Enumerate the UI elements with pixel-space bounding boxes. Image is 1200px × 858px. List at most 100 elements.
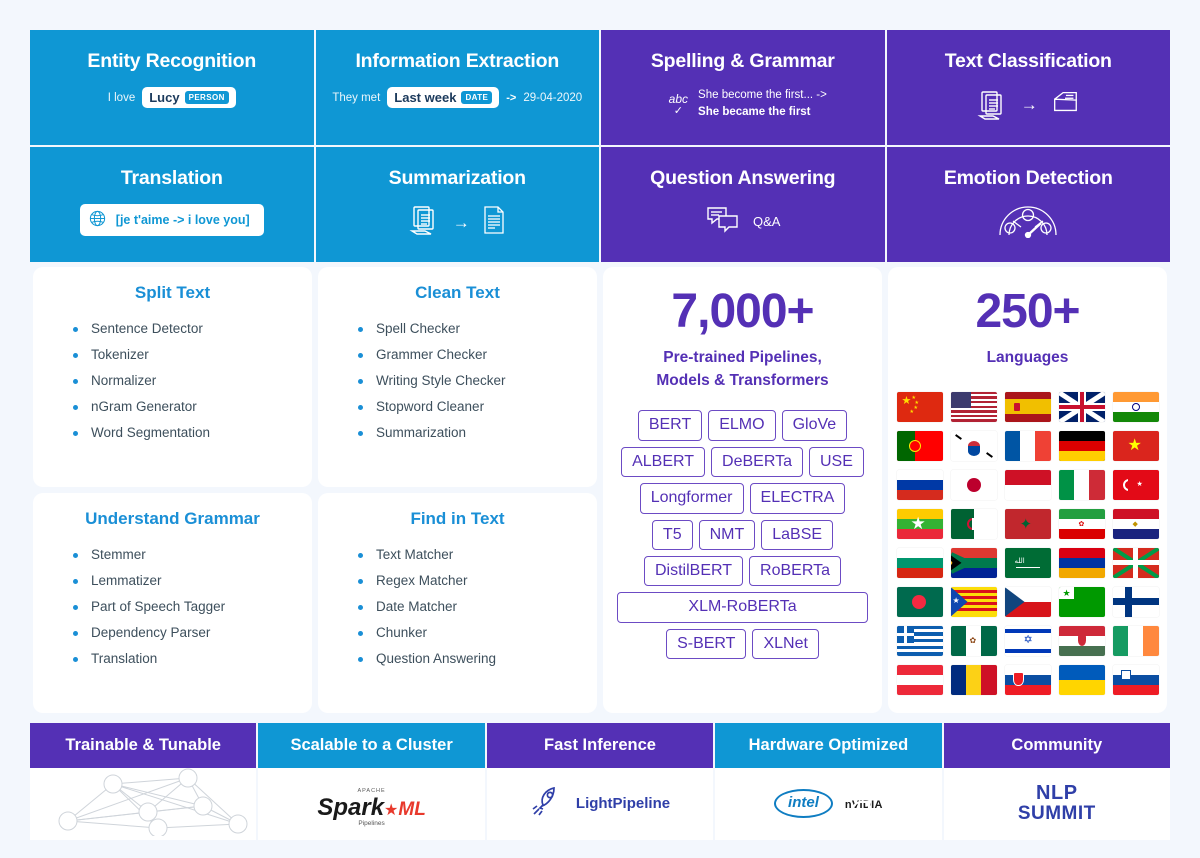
task-title: Emotion Detection	[943, 167, 1113, 189]
grammar-original: She become the first... ->	[698, 89, 827, 101]
panel-languages: 250+ Languages ★ ★ ★ ★ ★ ★ ★ ★ ✦ ✿ ◆ الل…	[888, 267, 1167, 713]
model-chip[interactable]: ELECTRA	[749, 483, 846, 514]
model-chip[interactable]: Longformer	[639, 483, 744, 514]
task-title: Translation	[120, 167, 223, 189]
pipelines-label: Pipelines	[358, 820, 385, 828]
flag-morocco: ✦	[1004, 508, 1051, 539]
flag-czech-republic	[1004, 586, 1051, 617]
nvidia-logo: nVIDIA	[845, 796, 883, 812]
model-chip[interactable]: S-BERT	[666, 628, 747, 660]
bottom-title: Trainable & Tunable	[30, 722, 257, 768]
task-card-text-classification[interactable]: Text Classification →	[886, 30, 1170, 145]
task-card-translation[interactable]: Translation [je t'aime -> i love you]	[30, 147, 314, 262]
task-card-summarization[interactable]: Summarization →	[315, 147, 599, 262]
task-title: Text Classification	[944, 50, 1112, 72]
model-chip[interactable]: RoBERTa	[749, 555, 841, 587]
flag-indonesia	[1004, 469, 1051, 500]
task-card-grid: Entity Recognition I love Lucy PERSON In…	[30, 30, 1170, 262]
flag-ireland	[1112, 625, 1159, 656]
chat-bubbles-icon	[705, 204, 741, 239]
flag-portugal	[896, 430, 943, 461]
lightpipeline-label: LightPipeline	[575, 795, 671, 813]
models-subtitle-line2: Models & Transformers	[656, 371, 829, 389]
task-title: Summarization	[388, 167, 526, 189]
task-card-emotion-detection[interactable]: Emotion Detection	[886, 147, 1170, 262]
bottom-logo-area	[30, 767, 257, 840]
model-chip[interactable]: T5	[651, 519, 693, 550]
rocket-icon	[530, 784, 564, 823]
flag-japan	[950, 469, 997, 500]
flag-austria	[896, 664, 943, 695]
panel-clean-text: Clean Text Spell Checker Grammer Checker…	[318, 267, 597, 487]
flag-vietnam: ★	[1112, 430, 1159, 461]
model-chip[interactable]: USE	[809, 446, 864, 478]
example-prefix: I love	[107, 91, 136, 104]
flag-finland	[1112, 586, 1159, 617]
flag-ukraine	[1058, 664, 1105, 695]
flag-south-korea	[950, 430, 997, 461]
languages-label: Languages	[986, 349, 1069, 367]
emotion-gauge-icon	[997, 204, 1059, 243]
feature-panels-grid: Split Text Sentence Detector Tokenizer N…	[30, 264, 1170, 716]
bottom-logo-area: APACHE Spark★ML Pipelines	[258, 767, 485, 840]
summit-label: SUMMIT	[1017, 803, 1096, 825]
list-item: Normalizer	[73, 368, 298, 394]
list-item: Text Matcher	[358, 542, 583, 568]
spark-label: Spark	[317, 794, 385, 822]
task-example: Q&A	[705, 204, 780, 239]
globe-icon	[88, 209, 107, 231]
summary-document-icon	[482, 205, 506, 240]
task-card-spelling-grammar[interactable]: Spelling & Grammar abc ✓ She become the f…	[601, 30, 885, 145]
arrow-right-icon: →	[1020, 95, 1038, 114]
bottom-logo-area: intel nVIDIA	[715, 767, 942, 840]
translation-chip-text: [je t'aime -> i love you]	[115, 213, 250, 227]
task-title: Information Extraction	[355, 50, 560, 72]
flag-esperanto: ★	[1058, 586, 1105, 617]
task-title: Question Answering	[650, 167, 836, 189]
model-chip[interactable]: ELMO	[708, 410, 776, 441]
task-card-entity-recognition[interactable]: Entity Recognition I love Lucy PERSON	[30, 30, 314, 145]
list-item: Question Answering	[358, 646, 583, 672]
flag-armenia	[1058, 547, 1105, 578]
model-chip[interactable]: XLNet	[752, 628, 819, 660]
list-item: Writing Style Checker	[358, 368, 583, 394]
bottom-col-trainable: Trainable & Tunable	[30, 722, 257, 840]
list-item: Chunker	[358, 620, 583, 646]
flag-china: ★ ★ ★ ★ ★	[896, 391, 943, 422]
entity-chip: Lucy PERSON	[142, 87, 236, 108]
entity-chip-text: Last week	[394, 90, 457, 105]
flag-algeria	[950, 508, 997, 539]
task-card-question-answering[interactable]: Question Answering Q&A	[601, 147, 885, 262]
task-example: →	[977, 87, 1080, 122]
flag-mexico: ✿	[950, 625, 997, 656]
flag-italy	[1058, 469, 1105, 500]
model-chip[interactable]: LaBSE	[761, 519, 834, 550]
feature-list: Stemmer Lemmatizer Part of Speech Tagger…	[47, 542, 298, 672]
model-chip[interactable]: GloVe	[781, 410, 848, 441]
model-chip[interactable]: NMT	[698, 519, 756, 550]
bottom-feature-bar: Trainable & Tunable Scalable to a Cluste…	[30, 722, 1170, 840]
task-title: Entity Recognition	[87, 50, 257, 72]
entity-chip-text: Lucy	[149, 90, 180, 105]
flag-saudi-arabia: الله	[1004, 547, 1051, 578]
flag-iran: ✿	[1058, 508, 1105, 539]
model-chip[interactable]: BERT	[637, 410, 703, 441]
model-chip[interactable]: XLM-RoBERTa	[617, 592, 868, 623]
flag-myanmar: ★	[896, 508, 943, 539]
model-chip[interactable]: DeBERTa	[711, 446, 803, 478]
model-chip[interactable]: ALBERT	[621, 446, 706, 478]
flag-turkey: ★	[1112, 469, 1159, 500]
model-chip[interactable]: DistilBERT	[643, 555, 744, 587]
arrow-right-icon: →	[452, 213, 470, 232]
grammar-corrected: She became the first	[698, 105, 811, 118]
panel-pretrained-models: 7,000+ Pre-trained Pipelines, Models & T…	[603, 267, 882, 713]
entity-chip-tag: PERSON	[184, 91, 229, 104]
abc-check-icon: abc ✓	[668, 91, 689, 117]
task-card-information-extraction[interactable]: Information Extraction They met Last wee…	[315, 30, 599, 145]
list-item: Dependency Parser	[73, 620, 298, 646]
list-item: Tokenizer	[73, 342, 298, 368]
flag-bangladesh	[896, 586, 943, 617]
flag-basque-country	[1112, 547, 1159, 578]
list-item: Lemmatizer	[73, 568, 298, 594]
example-prefix: They met	[332, 91, 381, 104]
